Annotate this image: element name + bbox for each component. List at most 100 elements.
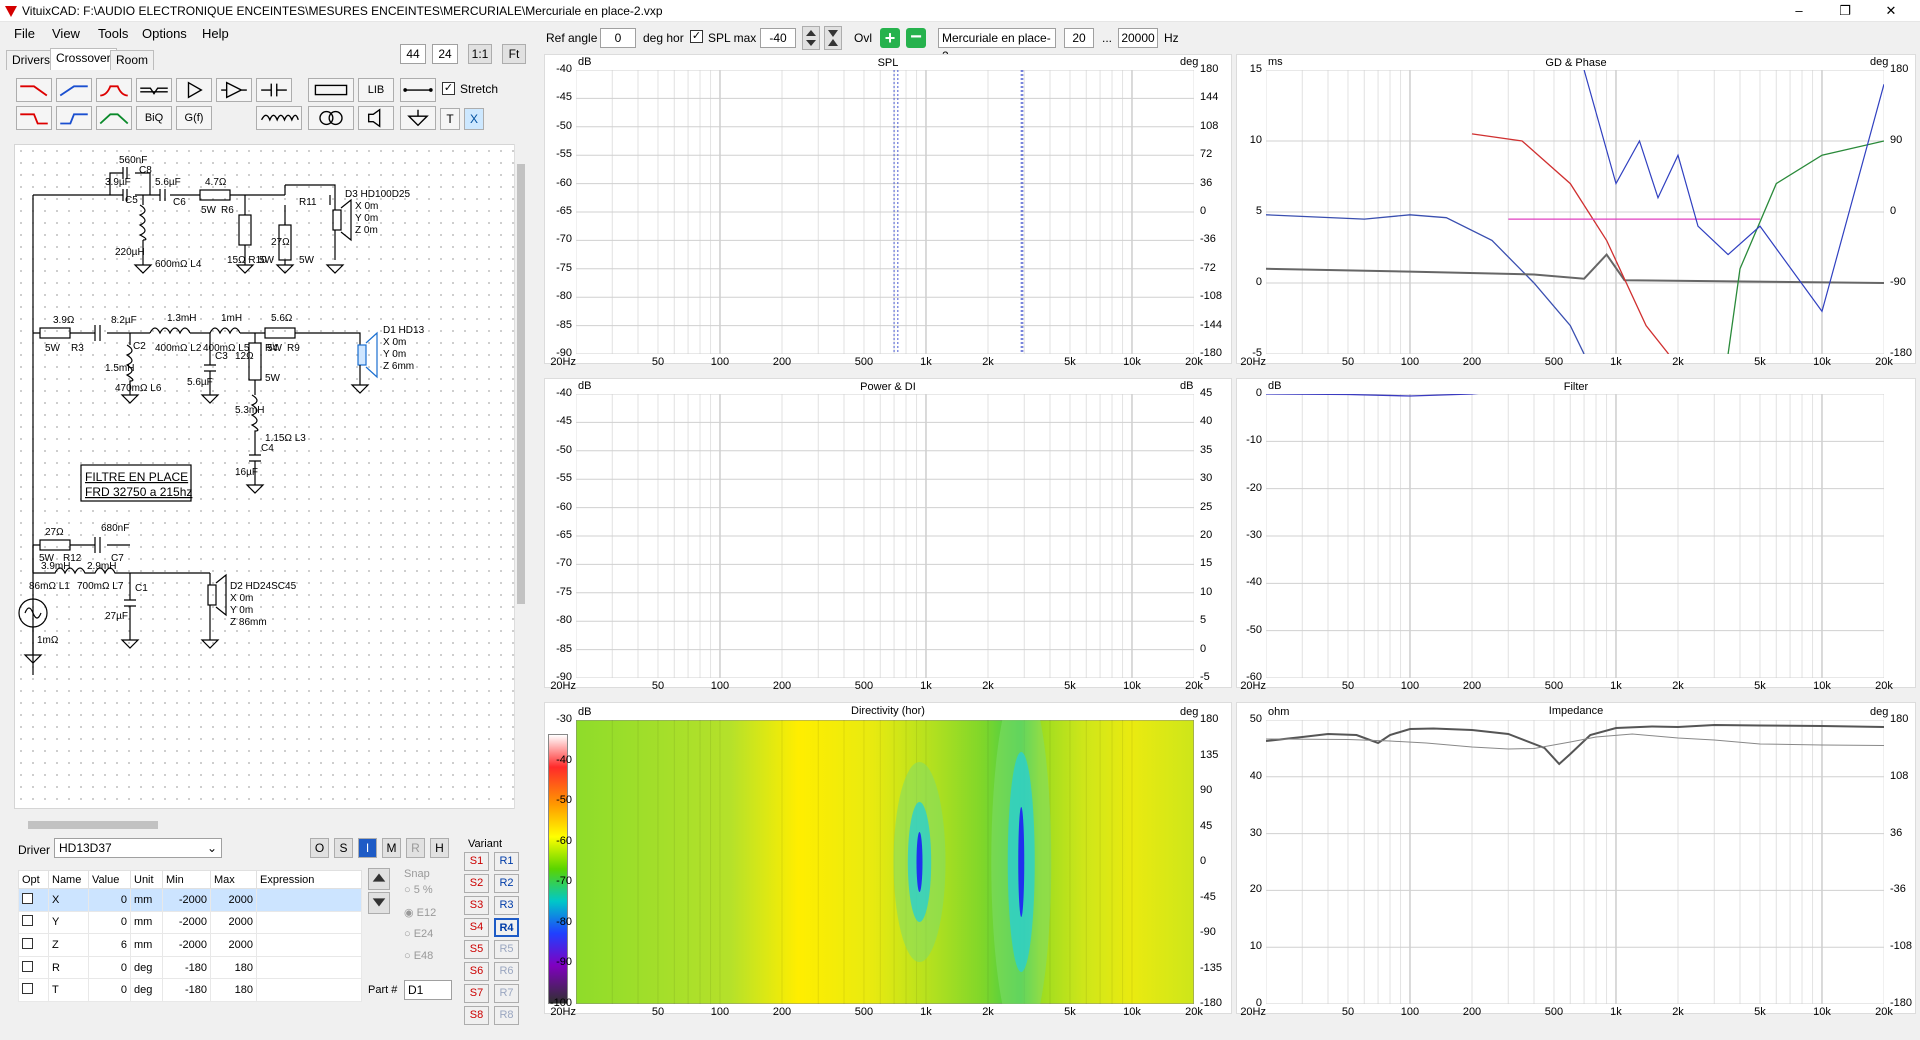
schematic-horizontal-scrollbar[interactable] [14, 818, 514, 832]
directivity-plot[interactable] [576, 720, 1194, 1004]
row-value[interactable]: 0 [88, 910, 131, 935]
maximize-button[interactable]: ❐ [1822, 0, 1868, 22]
row-min[interactable]: -2000 [162, 910, 211, 935]
library-button[interactable]: LIB [358, 78, 394, 102]
row-value[interactable]: 0 [88, 955, 131, 980]
allpass-tool[interactable] [96, 106, 132, 130]
filter-plot[interactable] [1266, 394, 1884, 678]
mode-h-button[interactable]: H [430, 838, 449, 858]
power-di-plot[interactable] [576, 394, 1194, 678]
variant-s5[interactable]: S5 [464, 940, 489, 959]
menu-view[interactable]: View [52, 26, 80, 41]
highpass-filter-tool[interactable] [56, 78, 92, 102]
gf-button[interactable]: G(f) [176, 106, 212, 130]
variant-r6[interactable]: R6 [494, 962, 519, 981]
snap-radio-e12[interactable]: ◉ E12 [404, 906, 436, 919]
wire-tool[interactable] [400, 78, 436, 102]
spl-max-input[interactable]: -40 [760, 28, 796, 48]
tab-room[interactable]: Room [110, 50, 155, 70]
mode-i-button[interactable]: I [358, 838, 377, 858]
horizontal-scroll-thumb[interactable] [28, 821, 158, 829]
variant-r1[interactable]: R1 [494, 852, 519, 871]
row-value[interactable]: 0 [88, 978, 131, 1002]
table-row[interactable]: T 0 deg -180 180 [18, 978, 362, 1002]
menu-tools[interactable]: Tools [98, 26, 128, 41]
gd-phase-plot[interactable] [1266, 70, 1884, 354]
row-expression[interactable] [256, 933, 362, 957]
variant-s7[interactable]: S7 [464, 984, 489, 1003]
spl-max-stepper-button[interactable] [802, 26, 820, 50]
resistor-tool[interactable] [308, 78, 354, 102]
row-max[interactable]: 2000 [210, 888, 257, 912]
stretch-checkbox[interactable]: ✓ [442, 82, 455, 95]
row-expression[interactable] [256, 955, 362, 980]
row-value[interactable]: 6 [88, 933, 131, 957]
snap-radio-e48[interactable]: ○ E48 [404, 950, 433, 962]
close-button[interactable]: ✕ [1868, 0, 1914, 22]
variant-s3[interactable]: S3 [464, 896, 489, 915]
row-min[interactable]: -180 [162, 978, 211, 1002]
inductor-tool[interactable] [256, 106, 302, 130]
row-opt-checkbox[interactable] [18, 933, 49, 957]
variant-r7[interactable]: R7 [494, 984, 519, 1003]
variant-r3[interactable]: R3 [494, 896, 519, 915]
mode-m-button[interactable]: M [382, 838, 401, 858]
spl-max-checkbox[interactable]: ✓ [690, 30, 703, 43]
row-max[interactable]: 2000 [210, 910, 257, 935]
tab-drivers[interactable]: Drivers [6, 50, 56, 70]
table-row[interactable]: Y 0 mm -2000 2000 [18, 910, 362, 935]
minimize-button[interactable]: – [1776, 0, 1822, 22]
zoom-y-input[interactable]: 24 [432, 44, 458, 64]
driver-select[interactable]: HD13D37 ⌄ [54, 838, 222, 858]
row-expression[interactable] [256, 978, 362, 1002]
mode-r-button[interactable]: R [406, 838, 425, 858]
delete-button[interactable]: X [464, 108, 484, 130]
row-value[interactable]: 0 [88, 888, 131, 912]
buffer-tool[interactable] [176, 78, 212, 102]
variant-s1[interactable]: S1 [464, 852, 489, 871]
move-up-button[interactable] [368, 868, 390, 890]
variant-s6[interactable]: S6 [464, 962, 489, 981]
zoom-1to1-button[interactable]: 1:1 [468, 44, 492, 64]
menu-file[interactable]: File [14, 26, 35, 41]
remove-overlay-button[interactable]: − [906, 27, 926, 48]
zoom-fit-button[interactable]: Ft [502, 44, 526, 64]
row-opt-checkbox[interactable] [18, 888, 49, 912]
row-expression[interactable] [256, 888, 362, 912]
mode-o-button[interactable]: O [310, 838, 329, 858]
schematic-vertical-scrollbar[interactable] [514, 144, 526, 809]
ground-tool[interactable] [400, 106, 436, 130]
menu-help[interactable]: Help [202, 26, 229, 41]
capacitor-tool[interactable] [256, 78, 292, 102]
row-opt-checkbox[interactable] [18, 978, 49, 1002]
variant-r2[interactable]: R2 [494, 874, 519, 893]
crossover-schematic-canvas[interactable]: 560nF C8 3.9µF C5 5.6µF C6 4.7Ω 5W R6 22… [14, 144, 524, 809]
add-overlay-button[interactable]: + [880, 28, 900, 48]
row-expression[interactable] [256, 910, 362, 935]
variant-r8[interactable]: R8 [494, 1006, 519, 1025]
lowpass-filter-tool[interactable] [16, 78, 52, 102]
freq-from-input[interactable]: 20 [1064, 28, 1094, 48]
bandpass-filter-tool[interactable] [96, 78, 132, 102]
table-row[interactable]: X 0 mm -2000 2000 [18, 888, 362, 912]
zoom-x-input[interactable]: 44 [400, 44, 426, 64]
transformer-tool[interactable] [308, 106, 354, 130]
menu-options[interactable]: Options [142, 26, 187, 41]
row-min[interactable]: -2000 [162, 888, 211, 912]
variant-s2[interactable]: S2 [464, 874, 489, 893]
move-down-button[interactable] [368, 892, 390, 914]
row-max[interactable]: 180 [210, 978, 257, 1002]
variant-s4[interactable]: S4 [464, 918, 489, 937]
speaker-tool[interactable] [358, 106, 394, 130]
highpass-2-tool[interactable] [56, 106, 92, 130]
tab-crossover[interactable]: Crossover [50, 48, 117, 70]
row-min[interactable]: -180 [162, 955, 211, 980]
notch-filter-tool[interactable] [136, 78, 172, 102]
spl-plot[interactable] [576, 70, 1194, 354]
mode-s-button[interactable]: S [334, 838, 353, 858]
variant-r5[interactable]: R5 [494, 940, 519, 959]
opamp-tool[interactable] [216, 78, 252, 102]
lowpass-2-tool[interactable] [16, 106, 52, 130]
ref-angle-input[interactable]: 0 [600, 28, 636, 48]
impedance-plot[interactable] [1266, 720, 1884, 1004]
